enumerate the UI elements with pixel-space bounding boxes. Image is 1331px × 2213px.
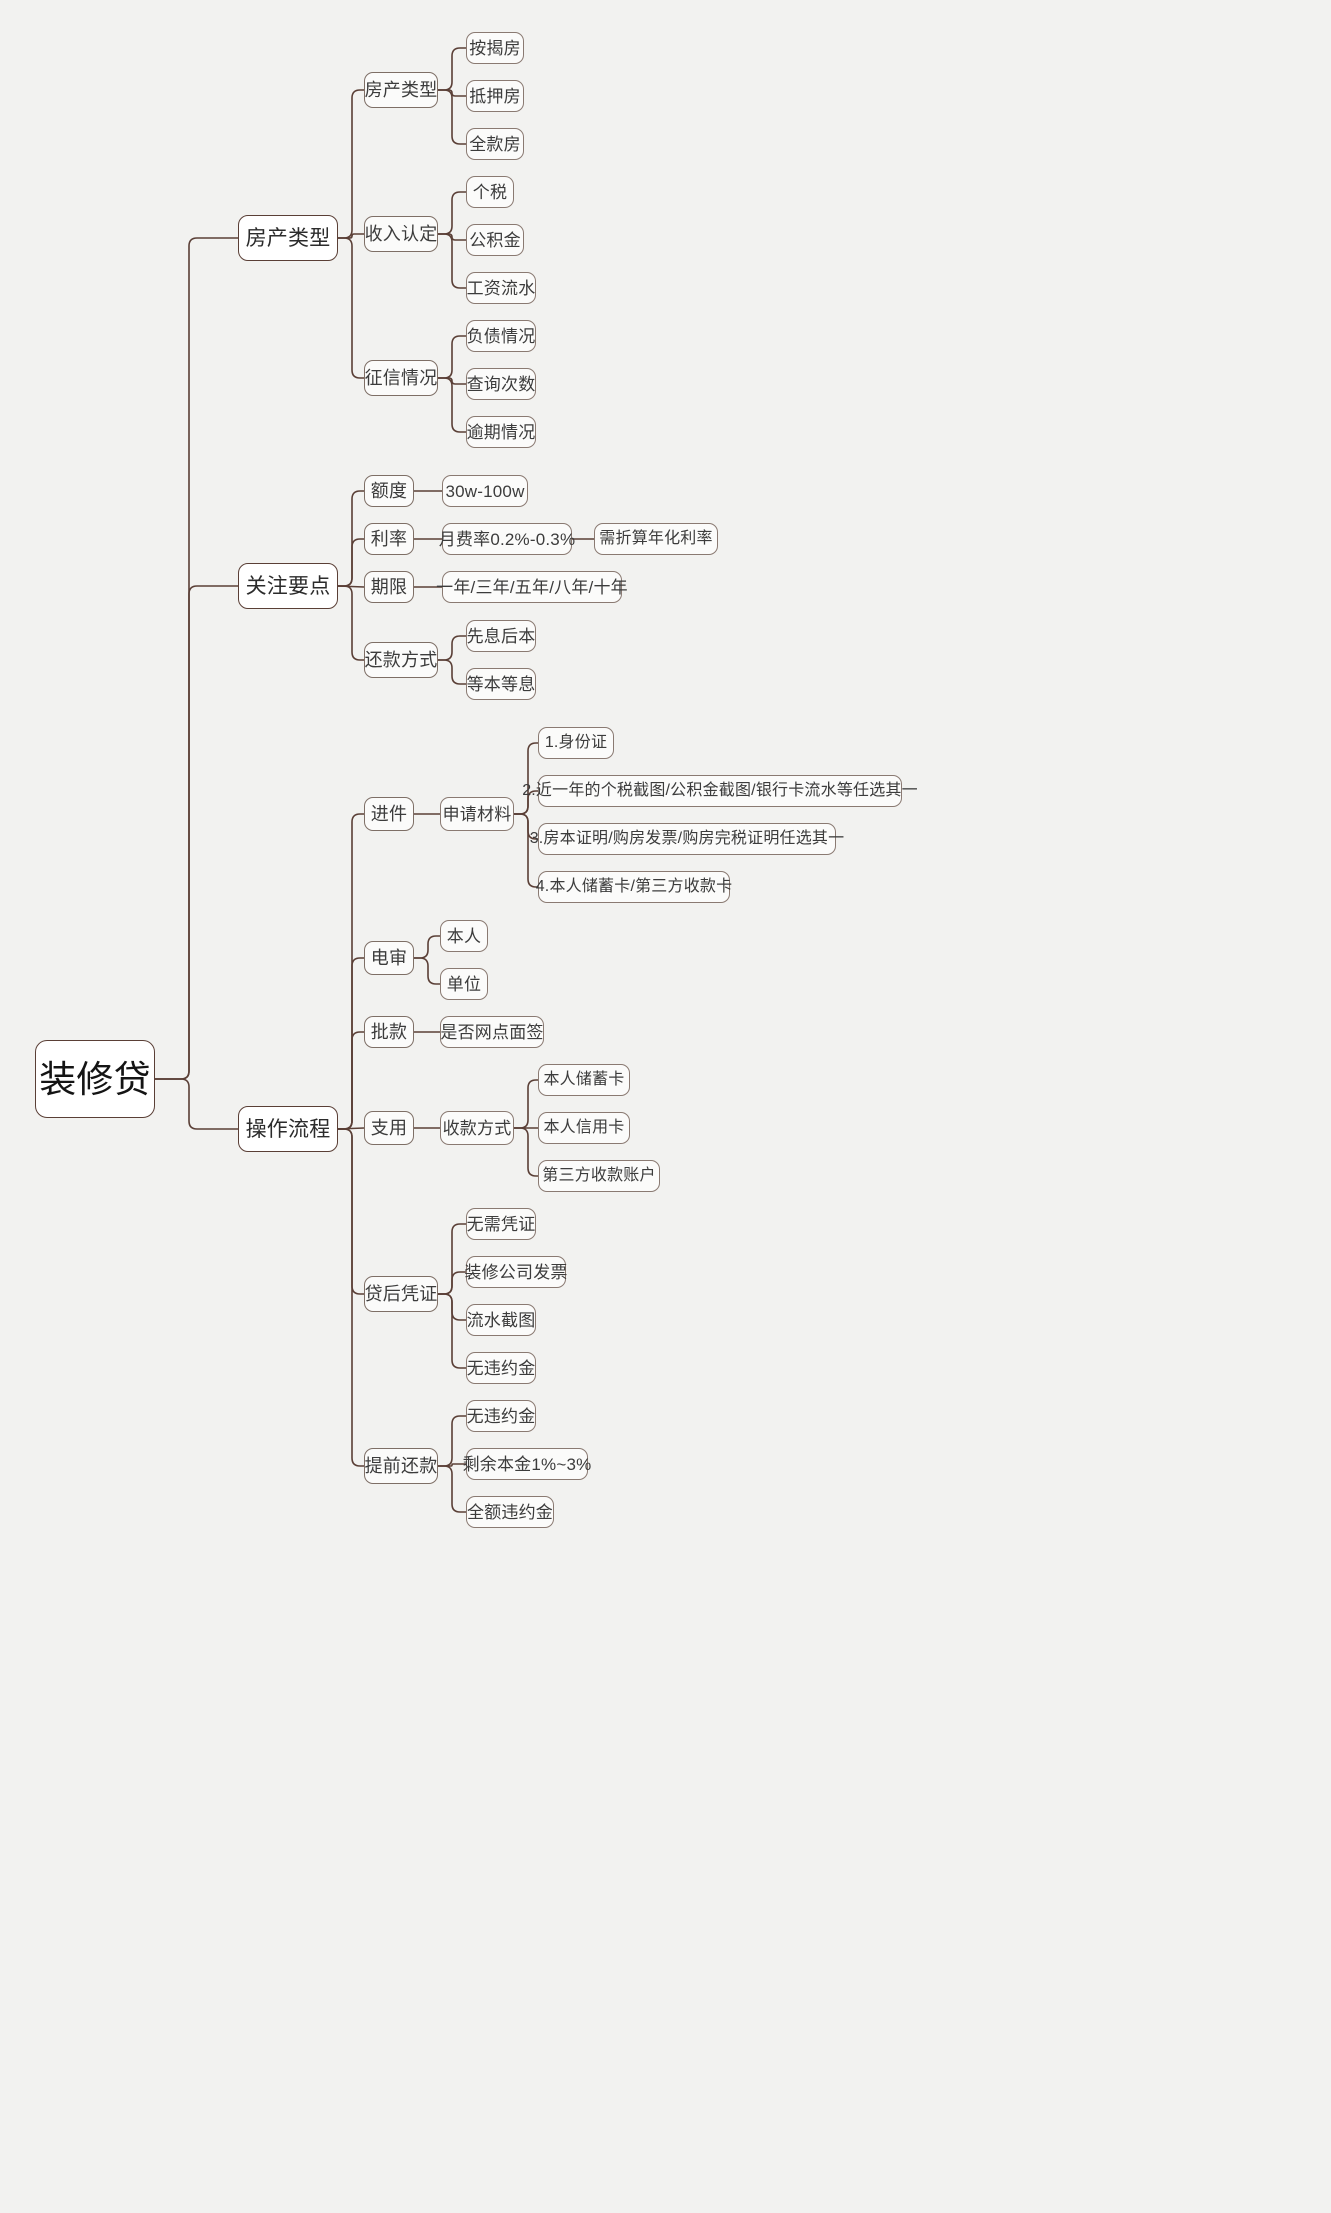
mindmap-node-b2c2l1[interactable]: 月费率0.2%-0.3% (439, 523, 575, 555)
mindmap-node-b3c1a2[interactable]: 2.近一年的个税截图/公积金截图/银行卡流水等任选其一 (522, 775, 918, 807)
connector-b3c4a-b3c4a3 (514, 1127, 538, 1177)
mindmap-canvas: 装修贷 房产类型 房产类型 按揭房 抵押房 全款房 收入认定 个税 公积金 工资流水 征信情况 负债情… (0, 0, 1331, 2213)
connector-b1c3-b1c3l1 (438, 335, 466, 379)
connector-b1-b1c3 (338, 237, 364, 379)
mindmap-node-b2[interactable]: 关注要点 (238, 563, 338, 609)
connector-b3c1a-b3c1a4 (514, 813, 538, 888)
mindmap-node-b3c4a1[interactable]: 本人储蓄卡 (538, 1064, 630, 1096)
mindmap-node-b1c1[interactable]: 房产类型 (364, 72, 438, 108)
mindmap-node-b3c4a3[interactable]: 第三方收款账户 (538, 1160, 660, 1192)
connector-b1c1-b1c1l2 (438, 89, 466, 97)
mindmap-node-b2c2l1a[interactable]: 需折算年化利率 (594, 523, 718, 555)
connector-root-b2 (155, 585, 238, 1080)
connector-b1c2-b1c2l3 (438, 233, 466, 289)
connector-b2-b2c3 (337, 585, 365, 588)
mindmap-node-b1c3l1[interactable]: 负债情况 (466, 320, 536, 352)
mindmap-node-b1c1l3[interactable]: 全款房 (466, 128, 524, 160)
connector-b3c5-b3c5l1 (438, 1223, 466, 1295)
connector-b3c4a-b3c4a1 (514, 1079, 538, 1129)
mindmap-node-b3c1a4[interactable]: 4.本人储蓄卡/第三方收款卡 (536, 871, 732, 903)
mindmap-node-b3c5l4[interactable]: 无违约金 (466, 1352, 536, 1384)
connector-b3c5-b3c5l3 (438, 1293, 466, 1321)
mindmap-node-b3c1a3[interactable]: 3.房本证明/购房发票/购房完税证明任选其一 (530, 823, 844, 855)
mindmap-node-b1c3l2[interactable]: 查询次数 (466, 368, 536, 400)
connector-b3-b3c3 (338, 1031, 364, 1130)
connector-b3c6-b3c6l3 (438, 1465, 466, 1513)
mindmap-node-b1c3[interactable]: 征信情况 (364, 360, 438, 396)
connector-root-b1 (155, 237, 238, 1080)
mindmap-node-b2c4l1[interactable]: 先息后本 (466, 620, 536, 652)
mindmap-node-b3c4[interactable]: 支用 (364, 1111, 414, 1145)
mindmap-node-b3c4a2[interactable]: 本人信用卡 (538, 1112, 630, 1144)
connector-b3-b3c4 (337, 1127, 365, 1130)
connector-b3c5-b3c5l4 (438, 1293, 466, 1369)
mindmap-node-b1c1l1[interactable]: 按揭房 (466, 32, 524, 64)
mindmap-node-b3c3l1[interactable]: 是否网点面签 (440, 1016, 544, 1048)
connector-lines (155, 47, 594, 1513)
connector-b3-b3c6 (338, 1128, 364, 1467)
mindmap-node-b3c5l3[interactable]: 流水截图 (466, 1304, 536, 1336)
connector-b3-b3c5 (338, 1128, 364, 1295)
mindmap-node-b1c2l2[interactable]: 公积金 (466, 224, 524, 256)
connector-b1c1-b1c1l1 (438, 47, 466, 91)
mindmap-node-b3c5l2[interactable]: 装修公司发票 (464, 1256, 567, 1288)
connector-b3-b3c1 (338, 813, 364, 1130)
connector-b3c2-b3c2l1 (414, 935, 440, 959)
connector-b1c3-b1c3l3 (438, 377, 466, 433)
mindmap-node-b3c1a1[interactable]: 1.身份证 (538, 727, 614, 759)
connector-b2-b2c4 (338, 585, 364, 661)
mindmap-node-b2c3[interactable]: 期限 (364, 571, 414, 603)
mindmap-node-b3c5[interactable]: 贷后凭证 (364, 1276, 438, 1312)
mindmap-node-b3c5l1[interactable]: 无需凭证 (466, 1208, 536, 1240)
connector-b2-b2c1 (338, 490, 364, 587)
mindmap-node-b3[interactable]: 操作流程 (238, 1106, 338, 1152)
mindmap-node-b3c6l2[interactable]: 剩余本金1%~3% (463, 1448, 591, 1480)
mindmap-node-b2c4[interactable]: 还款方式 (364, 642, 438, 678)
mindmap-node-b3c3[interactable]: 批款 (364, 1016, 414, 1048)
connector-b1-b1c1 (338, 89, 364, 239)
mindmap-node-b1c2l1[interactable]: 个税 (466, 176, 514, 208)
connector-b3c5-b3c5l2 (438, 1271, 466, 1295)
mindmap-node-b1c2[interactable]: 收入认定 (364, 216, 438, 252)
mindmap-node-b1[interactable]: 房产类型 (238, 215, 338, 261)
connector-b1c3-b1c3l2 (438, 377, 466, 385)
connector-b3c1a-b3c1a1 (514, 742, 538, 815)
connector-b1c2-b1c2l2 (438, 233, 466, 241)
mindmap-node-b2c4l2[interactable]: 等本等息 (466, 668, 536, 700)
mindmap-node-b2c1[interactable]: 额度 (364, 475, 414, 507)
connector-b1c1-b1c1l3 (438, 89, 466, 145)
mindmap-node-b3c2l2[interactable]: 单位 (440, 968, 488, 1000)
mindmap-node-b2c2[interactable]: 利率 (364, 523, 414, 555)
mindmap-node-b3c6l3[interactable]: 全额违约金 (466, 1496, 554, 1528)
connector-root-b3 (155, 1078, 238, 1130)
mindmap-node-b1c3l3[interactable]: 逾期情况 (466, 416, 536, 448)
root-node[interactable]: 装修贷 (35, 1040, 155, 1118)
mindmap-node-b3c6[interactable]: 提前还款 (364, 1448, 438, 1484)
mindmap-node-b3c1[interactable]: 进件 (364, 797, 414, 831)
mindmap-node-b1c2l3[interactable]: 工资流水 (466, 272, 536, 304)
connector-b1c2-b1c2l1 (438, 191, 466, 235)
mindmap-node-b2c1l1[interactable]: 30w-100w (442, 475, 528, 507)
connector-b2c4-b2c4l2 (438, 659, 466, 685)
connector-b2c4-b2c4l1 (438, 635, 466, 661)
mindmap-node-b3c6l1[interactable]: 无违约金 (466, 1400, 536, 1432)
connector-b3c2-b3c2l2 (414, 957, 440, 985)
connector-b3-b3c2 (338, 957, 364, 1130)
mindmap-node-b2c3l1[interactable]: 一年/三年/五年/八年/十年 (436, 571, 628, 603)
mindmap-node-b3c2l1[interactable]: 本人 (440, 920, 488, 952)
mindmap-node-b1c1l2[interactable]: 抵押房 (466, 80, 524, 112)
connector-b1-b1c2 (338, 233, 364, 239)
mindmap-node-b3c4a[interactable]: 收款方式 (440, 1111, 514, 1145)
connector-b2-b2c2 (338, 538, 364, 587)
mindmap-node-b3c1a[interactable]: 申请材料 (440, 797, 514, 831)
mindmap-node-b3c2[interactable]: 电审 (364, 941, 414, 975)
